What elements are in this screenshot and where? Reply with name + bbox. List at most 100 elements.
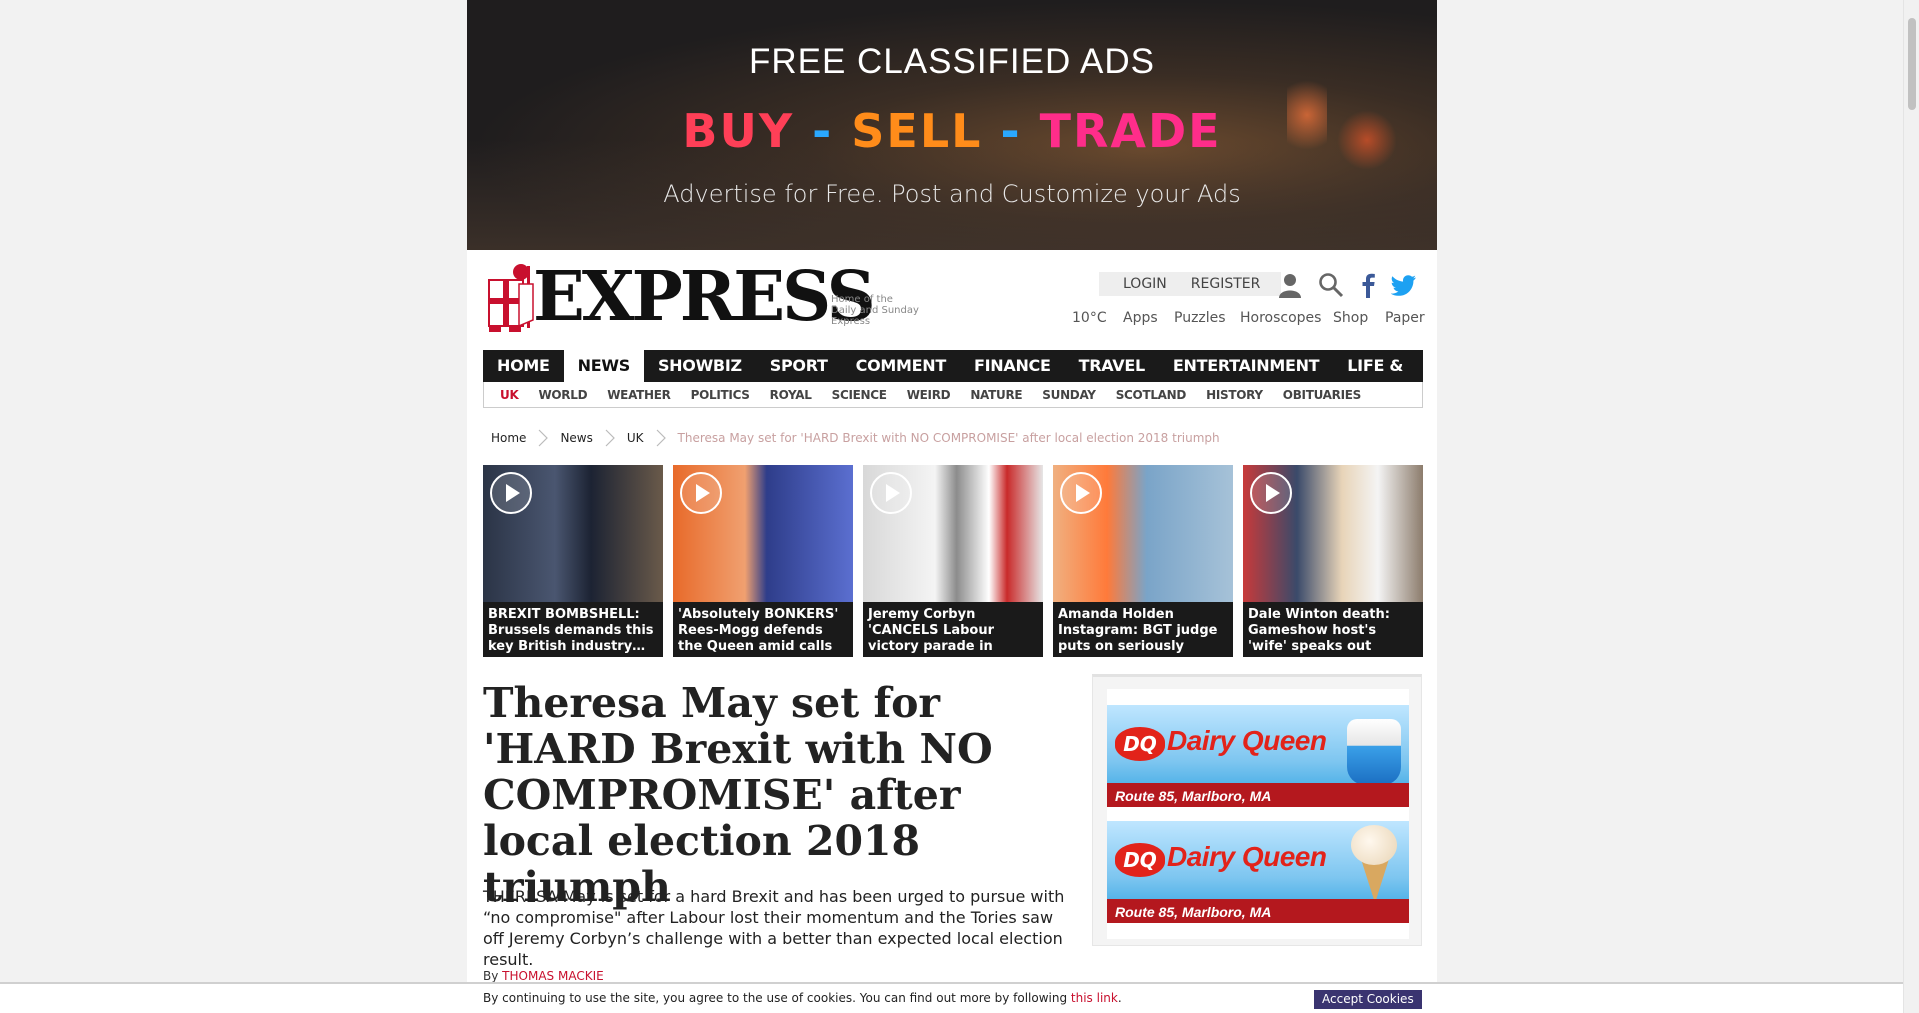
nav-travel[interactable]: TRAVEL — [1065, 350, 1159, 382]
cookie-message-line: By continuing to use the site, you agree… — [483, 991, 1122, 1005]
subnav-sunday[interactable]: SUNDAY — [1032, 388, 1105, 402]
dq-brand-name: Dairy Queen — [1167, 841, 1327, 872]
banner-subtitle: Advertise for Free. Post and Customize y… — [663, 180, 1241, 208]
logo-wordmark: EXPRESS — [533, 257, 876, 337]
subnav-obituaries[interactable]: OBITUARIES — [1273, 388, 1371, 402]
breadcrumb-current: Theresa May set for 'HARD Brexit with NO… — [677, 431, 1220, 445]
dq-logo: DQ — [1115, 727, 1165, 761]
play-icon — [1060, 472, 1102, 514]
dairy-queen-ad[interactable]: DQ Dairy Queen Route 85, Marlboro, MA — [1107, 705, 1409, 807]
breadcrumb-news[interactable]: News — [560, 431, 592, 445]
carousel-caption: Jeremy Corbyn 'CANCELS Labour victory pa… — [863, 602, 1043, 657]
author-link[interactable]: THOMAS MACKIE — [502, 969, 604, 983]
dq-logo: DQ — [1115, 843, 1165, 877]
nav-showbiz-tv[interactable]: SHOWBIZ & TV — [644, 350, 756, 407]
crusader-knight-icon — [488, 264, 534, 332]
ice-cream-cone-image — [1361, 859, 1389, 903]
carousel-caption: Dale Winton death: Gameshow host's 'wife… — [1243, 602, 1423, 657]
nav-life-style[interactable]: LIFE & STYLE — [1333, 350, 1423, 407]
subnav-weather[interactable]: WEATHER — [597, 388, 680, 402]
twitter-icon[interactable] — [1391, 272, 1417, 298]
shop-link[interactable]: Shop — [1333, 310, 1368, 326]
sidebar-advert: DQ Dairy Queen Route 85, Marlboro, MA DQ… — [1092, 674, 1422, 946]
ad-location: Route 85, Marlboro, MA — [1115, 788, 1272, 804]
nav-finance[interactable]: FINANCE — [960, 350, 1065, 382]
logo-tagline: Home of the Daily and Sunday Express — [831, 294, 919, 327]
banner-title: FREE CLASSIFIED ADS — [748, 42, 1156, 81]
register-link[interactable]: REGISTER — [1179, 276, 1273, 292]
search-icon[interactable] — [1318, 272, 1344, 298]
breadcrumb: Home News UK Theresa May set for 'HARD B… — [491, 429, 1220, 447]
subnav-nature[interactable]: NATURE — [960, 388, 1032, 402]
dairy-queen-ad[interactable]: DQ Dairy Queen Route 85, Marlboro, MA — [1107, 821, 1409, 923]
sub-navigation: UK WORLD WEATHER POLITICS ROYAL SCIENCE … — [483, 382, 1423, 408]
article-byline: By THOMAS MACKIE — [483, 969, 604, 983]
play-icon — [1250, 472, 1292, 514]
main-navigation: HOME NEWS SHOWBIZ & TV SPORT COMMENT FIN… — [483, 350, 1423, 407]
chevron-right-icon — [605, 429, 615, 447]
puzzles-link[interactable]: Puzzles — [1174, 310, 1226, 326]
carousel-card[interactable]: BREXIT BOMBSHELL: Brussels demands this … — [483, 465, 663, 657]
nav-home[interactable]: HOME — [483, 350, 564, 382]
page-scrollbar[interactable] — [1903, 0, 1919, 1013]
carousel-caption: BREXIT BOMBSHELL: Brussels demands this … — [483, 602, 663, 657]
banner-trade: TRADE — [1039, 104, 1222, 158]
subnav-scotland[interactable]: SCOTLAND — [1106, 388, 1196, 402]
cookie-banner: By continuing to use the site, you agree… — [0, 982, 1903, 1013]
subnav-politics[interactable]: POLITICS — [681, 388, 760, 402]
facebook-icon[interactable] — [1355, 272, 1381, 298]
chevron-right-icon — [656, 429, 666, 447]
cookie-message-end: . — [1117, 991, 1122, 1005]
carousel-card[interactable]: 'Absolutely BONKERS' Rees-Mogg defends t… — [673, 465, 853, 657]
carousel-card[interactable]: Amanda Holden Instagram: BGT judge puts … — [1053, 465, 1233, 657]
banner-buy-sell-trade: BUY - SELL - TRADE — [467, 104, 1437, 158]
banner-sell: SELL — [851, 104, 983, 158]
byline-prefix: By — [483, 969, 499, 983]
banner-separator: - — [812, 104, 834, 158]
chevron-right-icon — [539, 429, 549, 447]
subnav-uk[interactable]: UK — [490, 388, 528, 402]
login-link[interactable]: LOGIN — [1099, 276, 1179, 292]
subnav-weird[interactable]: WEIRD — [897, 388, 961, 402]
carousel-card[interactable]: Jeremy Corbyn 'CANCELS Labour victory pa… — [863, 465, 1043, 657]
subnav-history[interactable]: HISTORY — [1196, 388, 1273, 402]
advert-slot: DQ Dairy Queen Route 85, Marlboro, MA DQ… — [1107, 689, 1409, 939]
dq-brand-name: Dairy Queen — [1167, 725, 1327, 756]
nav-sport[interactable]: SPORT — [756, 350, 842, 382]
express-logo[interactable]: EXPRESS Home of the Daily and Sunday Exp… — [483, 257, 919, 337]
article-headline: Theresa May set for 'HARD Brexit with NO… — [483, 679, 993, 911]
carousel-caption: 'Absolutely BONKERS' Rees-Mogg defends t… — [673, 602, 853, 657]
nav-entertainment[interactable]: ENTERTAINMENT — [1159, 350, 1333, 382]
cookie-policy-link[interactable]: this link — [1071, 991, 1118, 1005]
temperature: 10°C — [1072, 310, 1107, 326]
scrollbar-thumb[interactable] — [1908, 18, 1916, 110]
play-icon — [680, 472, 722, 514]
subnav-royal[interactable]: ROYAL — [760, 388, 822, 402]
nav-news[interactable]: NEWS — [563, 350, 644, 382]
video-carousel: BREXIT BOMBSHELL: Brussels demands this … — [483, 465, 1423, 657]
cookie-message: By continuing to use the site, you agree… — [483, 991, 1068, 1005]
accept-cookies-button[interactable]: Accept Cookies — [1314, 990, 1422, 1009]
account-links: LOGIN REGISTER — [1099, 272, 1281, 296]
nav-comment[interactable]: COMMENT — [842, 350, 960, 382]
subnav-science[interactable]: SCIENCE — [822, 388, 897, 402]
banner-buy: BUY — [682, 104, 795, 158]
breadcrumb-uk[interactable]: UK — [627, 431, 644, 445]
ad-location: Route 85, Marlboro, MA — [1115, 904, 1272, 920]
user-icon[interactable] — [1277, 272, 1303, 298]
carousel-card[interactable]: Dale Winton death: Gameshow host's 'wife… — [1243, 465, 1423, 657]
breadcrumb-home[interactable]: Home — [491, 431, 526, 445]
horoscopes-link[interactable]: Horoscopes — [1240, 310, 1321, 326]
ice-cream-scoop-image — [1351, 825, 1397, 865]
apps-link[interactable]: Apps — [1123, 310, 1158, 326]
play-icon — [870, 472, 912, 514]
blizzard-cup-image — [1347, 719, 1401, 785]
carousel-caption: Amanda Holden Instagram: BGT judge puts … — [1053, 602, 1233, 657]
play-icon — [490, 472, 532, 514]
paper-link[interactable]: Paper — [1385, 310, 1425, 326]
article-standfirst: THERESA May is set for a hard Brexit and… — [483, 887, 1065, 969]
banner-separator: - — [1000, 104, 1022, 158]
classified-ads-banner[interactable]: FREE CLASSIFIED ADS BUY - SELL - TRADE A… — [467, 0, 1437, 250]
page: FREE CLASSIFIED ADS BUY - SELL - TRADE A… — [467, 0, 1437, 1013]
subnav-world[interactable]: WORLD — [528, 388, 597, 402]
